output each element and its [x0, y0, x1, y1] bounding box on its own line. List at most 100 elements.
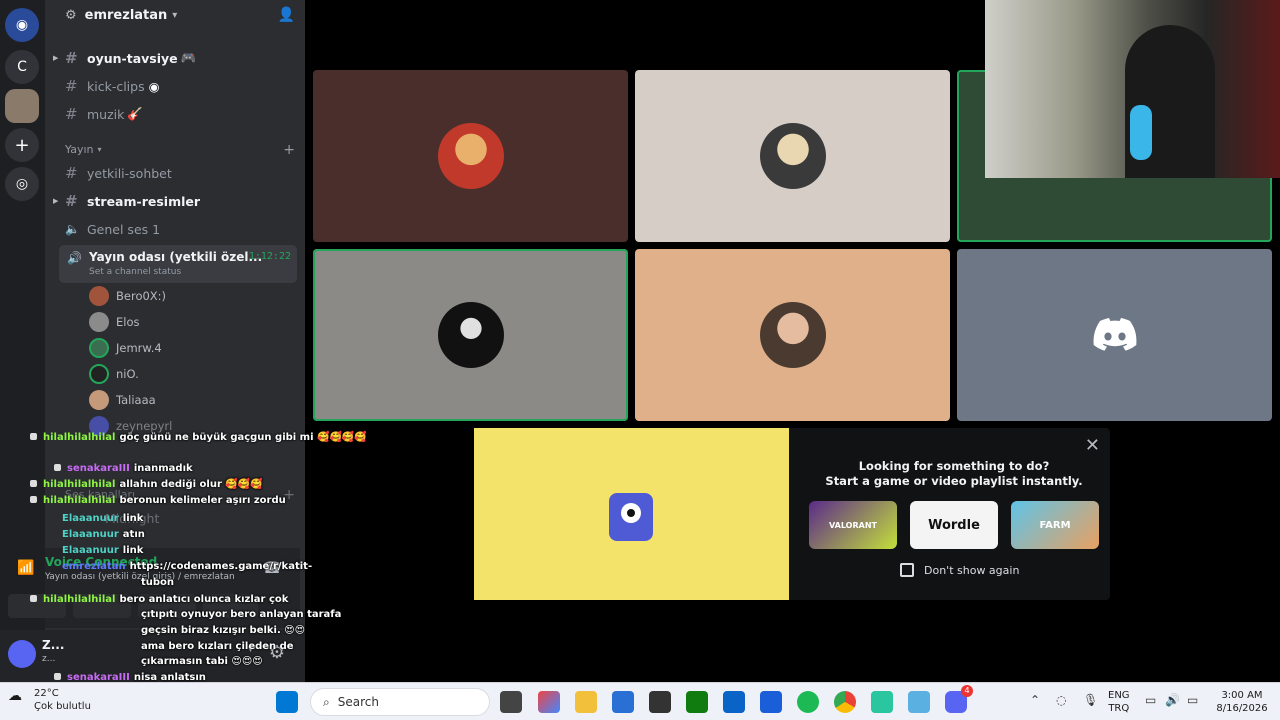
copilot-icon[interactable] — [538, 691, 560, 713]
chat-text: çıtıpıtı oynuyor bero anlayan tarafa — [141, 609, 342, 620]
chat-badge-icon — [30, 595, 37, 602]
chat-nick[interactable]: senakaraIII — [67, 463, 130, 474]
spotify-icon[interactable] — [797, 691, 819, 713]
activity-prompt: Looking for something to do? Start a gam… — [819, 459, 1089, 489]
add-channel-icon[interactable]: + — [283, 142, 295, 158]
video-tile[interactable] — [635, 249, 950, 421]
server-icon-avatar[interactable] — [5, 89, 39, 123]
lang-1: ENG — [1108, 690, 1130, 701]
discord-logo-icon — [1093, 318, 1136, 351]
store-icon[interactable] — [612, 691, 634, 713]
participant-avatar — [437, 123, 504, 189]
hash-icon: # — [65, 192, 78, 210]
lang-2: TRQ — [1108, 703, 1130, 714]
chat-nick[interactable]: hilalhilalhilal — [43, 432, 115, 443]
app-icon[interactable] — [760, 691, 782, 713]
add-server-icon[interactable]: + — [5, 128, 39, 162]
chat-nick[interactable]: hilalhilalhilal — [43, 594, 115, 605]
member-name: niO. — [116, 367, 139, 381]
video-tile[interactable] — [635, 70, 950, 242]
hash-icon: # — [65, 49, 78, 67]
avatar — [89, 364, 109, 384]
channel-status[interactable]: Set a channel status — [89, 267, 181, 277]
app-icon[interactable] — [871, 691, 893, 713]
hash-icon: # — [65, 105, 78, 123]
network-icon[interactable]: ◌ — [1056, 693, 1066, 707]
chat-text: link — [122, 545, 144, 556]
explore-icon[interactable]: ◎ — [5, 167, 39, 201]
server-icon-c[interactable]: C — [5, 50, 39, 84]
close-icon[interactable]: ✕ — [1085, 435, 1100, 456]
app-icon[interactable] — [908, 691, 930, 713]
channel-oyun-tavsiye[interactable]: ▶ # oyun-tavsiye 🎮 — [53, 47, 197, 69]
game-card-wordle[interactable]: Wordle — [910, 501, 998, 549]
app-icon[interactable] — [649, 691, 671, 713]
chat-nick[interactable]: Elaaanuur — [62, 513, 119, 524]
chat-nick[interactable]: Elaaanuur — [62, 545, 119, 556]
dont-show-again[interactable]: Don't show again — [900, 563, 1019, 577]
arrow-icon: ▶ — [53, 54, 59, 62]
chat-text: çıkarmasın tabi 😍😍😍 — [141, 656, 263, 667]
channel-yetkili-sohbet[interactable]: # yetkili-sohbet — [65, 162, 172, 184]
checkbox[interactable] — [900, 563, 914, 577]
display-icon[interactable]: ▭ — [1145, 693, 1156, 707]
chat-nick[interactable]: hilalhilalhilal — [43, 495, 115, 506]
video-tile[interactable] — [957, 249, 1272, 421]
chevron-up-icon[interactable]: ⌃ — [1030, 693, 1040, 707]
mic-icon[interactable]: 🎙 — [1083, 693, 1098, 707]
channel-genel-ses[interactable]: 🔈 Genel ses 1 — [65, 218, 160, 240]
video-tile[interactable] — [313, 70, 628, 242]
chat-text: atın — [122, 529, 145, 540]
chat-nick[interactable]: hilalhilalhilal — [43, 479, 115, 490]
language-indicator[interactable]: ENG TRQ — [1108, 689, 1130, 715]
weather-widget[interactable]: ☁ 22°C Çok bulutlu — [8, 687, 91, 713]
server-header[interactable]: ⚙ emrezlatan ▾ 👤 — [45, 0, 305, 30]
clock-time: 3:00 AM — [1221, 690, 1263, 701]
chat-nick[interactable]: emrezlatan — [62, 561, 126, 572]
cloud-icon: ☁ — [8, 688, 22, 704]
file-explorer-icon[interactable] — [575, 691, 597, 713]
taskview-icon[interactable] — [500, 691, 522, 713]
voice-member[interactable]: Elos — [89, 311, 140, 333]
activity-suggestion: ✕ Looking for something to do? Start a g… — [474, 428, 1110, 600]
active-voice-channel[interactable]: 🔊 Yayın odası (yetkili özel... 1:12:22 S… — [59, 245, 297, 283]
chat-message: Elaaanuur atın — [62, 527, 145, 543]
video-tile[interactable] — [313, 249, 628, 421]
chat-text: allahın dediği olur 🥰🥰🥰 — [119, 479, 263, 490]
outlook-icon[interactable] — [723, 691, 745, 713]
channel-stream-resimler[interactable]: ▶ # stream-resimler — [53, 190, 201, 212]
volume-icon[interactable]: 🔊 — [1165, 693, 1180, 707]
voice-member[interactable]: Taliaaa — [89, 389, 156, 411]
voice-member[interactable]: Bero0X:) — [89, 285, 166, 307]
chat-message: senakaraIII inanmadık — [54, 461, 193, 477]
chrome-icon[interactable] — [834, 691, 856, 713]
chat-message: çıkarmasın tabi 😍😍😍 — [141, 654, 263, 670]
user-status: z... — [42, 654, 56, 664]
game-card-valorant[interactable]: VALORANT — [809, 501, 897, 549]
microphone-icon — [1130, 105, 1152, 160]
category-yayin[interactable]: Yayın ▾ + — [65, 142, 295, 158]
start-icon[interactable] — [276, 691, 298, 713]
chat-text: link — [122, 513, 144, 524]
avatar[interactable] — [8, 640, 36, 668]
server-icon-emrezlatan[interactable]: ◉ — [5, 8, 39, 42]
channel-label: Genel ses 1 — [87, 221, 161, 237]
chat-message: ama bero kızları çileden de — [141, 639, 294, 655]
weather-desc: Çok bulutlu — [34, 701, 91, 712]
chat-text: inanmadık — [133, 463, 193, 474]
clock[interactable]: 3:00 AM 8/16/2026 — [1212, 689, 1272, 715]
search-box[interactable]: ⌕ Search — [310, 688, 490, 716]
xbox-icon[interactable] — [686, 691, 708, 713]
discord-icon[interactable]: 4 — [945, 685, 973, 713]
invite-icon[interactable]: 👤 — [278, 7, 295, 23]
game-card-farm[interactable]: FARM — [1011, 501, 1099, 549]
voice-member[interactable]: Jemrw.4 — [89, 337, 162, 359]
battery-icon[interactable]: ▭ — [1187, 693, 1198, 707]
channel-emoji: 🎮 — [180, 50, 197, 65]
channel-muzik[interactable]: # muzik 🎸 — [65, 103, 143, 125]
voice-member[interactable]: niO. — [89, 363, 139, 385]
activity-line-2: Start a game or video playlist instantly… — [825, 474, 1083, 488]
channel-label: stream-resimler — [87, 193, 201, 209]
channel-kick-clips[interactable]: # kick-clips ◉ — [65, 75, 160, 97]
chat-nick[interactable]: Elaaanuur — [62, 529, 119, 540]
